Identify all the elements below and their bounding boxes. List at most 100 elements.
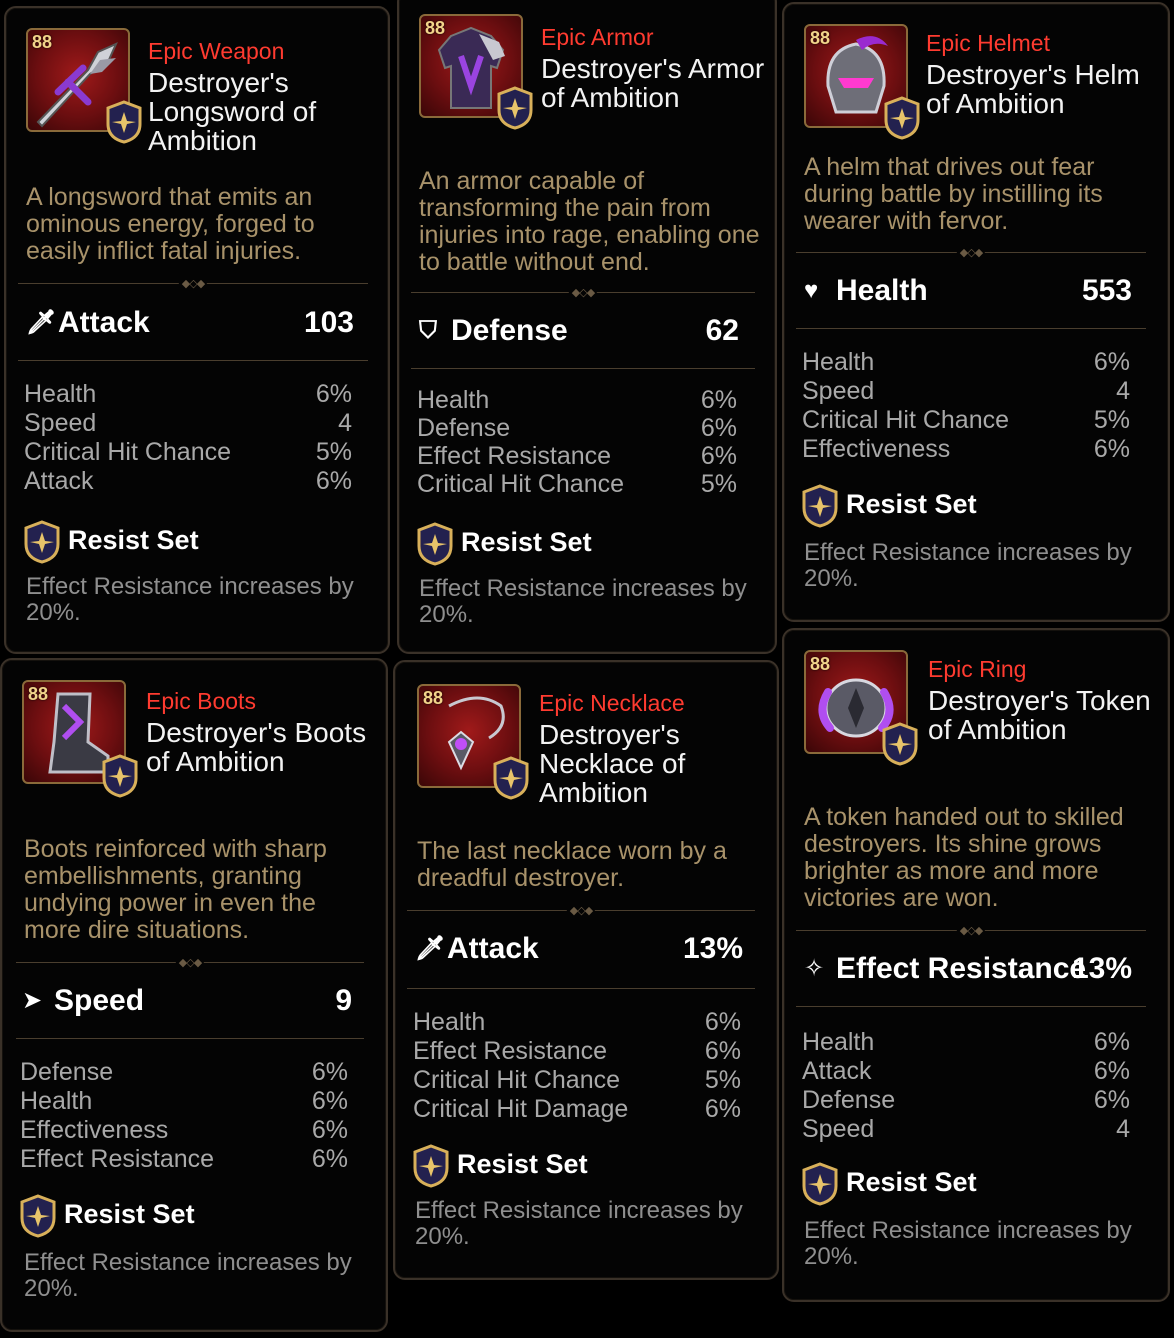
- resist-set-badge-icon: [884, 96, 920, 140]
- divider: [411, 368, 755, 369]
- set-name: Resist Set: [846, 1167, 977, 1198]
- substat-value: 6%: [311, 1116, 348, 1144]
- set-name: Resist Set: [64, 1199, 195, 1230]
- item-level: 88: [423, 688, 444, 708]
- set-row: Resist Set: [411, 1144, 588, 1188]
- main-stat: 🗡Attack: [415, 932, 539, 966]
- set-effect: Effect Resistance increases by 20%.: [419, 575, 747, 628]
- set-row: Resist Set: [800, 1162, 977, 1206]
- item-card-ring[interactable]: 88 Epic Ring Destroyer's Token of Ambiti…: [782, 628, 1170, 1302]
- main-stat-value: 62: [705, 314, 739, 347]
- substat-value: 6%: [1093, 348, 1130, 376]
- set-row: Resist Set: [800, 484, 977, 528]
- main-stat-label: Defense: [451, 314, 568, 347]
- health-icon: ♥: [804, 277, 819, 304]
- defense-icon: ⛉: [419, 317, 437, 344]
- resist-set-badge-icon: [106, 100, 142, 144]
- substat-label: Defense: [802, 1086, 896, 1114]
- substat-label: Health: [24, 380, 97, 408]
- substat-label: Speed: [24, 409, 97, 437]
- substat-label: Effectiveness: [20, 1116, 169, 1144]
- substat-value: 5%: [1093, 406, 1130, 434]
- item-description: The last necklace worn by a dreadful des…: [417, 837, 727, 892]
- main-stat-label: Speed: [54, 984, 145, 1017]
- divider: ◆◇◆: [411, 286, 755, 299]
- resist-set-icon: [24, 520, 60, 564]
- set-effect: Effect Resistance increases by 20%.: [804, 539, 1132, 592]
- divider: ◆◇◆: [796, 246, 1146, 259]
- main-stat: ♥ Health: [804, 274, 928, 308]
- item-rarity: Epic Weapon: [148, 38, 285, 64]
- set-effect: Effect Resistance increases by 20%.: [24, 1249, 352, 1302]
- substat-value: 6%: [704, 1008, 741, 1036]
- speed-icon: ➤: [22, 987, 43, 1014]
- item-level: 88: [28, 684, 49, 704]
- substat-label: Effect Resistance: [417, 442, 612, 470]
- divider: [407, 988, 755, 989]
- main-stat: ➤ Speed: [22, 984, 144, 1018]
- set-effect: Effect Resistance increases by 20%.: [415, 1197, 743, 1250]
- main-stat: ✧ Effect Resistance: [804, 952, 1086, 986]
- item-name: Destroyer's Longsword of Ambition: [148, 67, 317, 156]
- item-name: Destroyer's Token of Ambition: [928, 685, 1151, 745]
- set-row: Resist Set: [22, 520, 199, 564]
- item-card-weapon[interactable]: 88 Epic Weapon Destroyer's Longsword of …: [4, 6, 390, 654]
- attack-icon: 🗡: [415, 935, 446, 962]
- main-stat-label: Attack: [58, 306, 150, 339]
- item-level: 88: [32, 32, 53, 52]
- item-description: A helm that drives out fear during battl…: [804, 153, 1103, 235]
- main-stat-label: Attack: [447, 932, 539, 965]
- divider: ◆◇◆: [16, 956, 364, 969]
- item-level: 88: [425, 18, 446, 38]
- set-row: Resist Set: [415, 522, 592, 566]
- item-card-boots[interactable]: 88 Epic Boots Destroyer's Boots of Ambit…: [0, 658, 388, 1332]
- substat-label: Defense: [417, 414, 511, 442]
- substat-value: 6%: [700, 442, 737, 470]
- main-stat-value: 9: [335, 984, 352, 1017]
- substat-label: Health: [802, 348, 875, 376]
- substat-label: Critical Hit Chance: [413, 1066, 621, 1094]
- substat-value: 6%: [1093, 435, 1130, 463]
- item-rarity: Epic Necklace: [539, 690, 685, 716]
- substat-value: 6%: [1093, 1028, 1130, 1056]
- substat-value: 6%: [315, 380, 352, 408]
- substat-value: 6%: [311, 1058, 348, 1086]
- resist-set-badge-icon: [497, 86, 533, 130]
- main-stat-label: Effect Resistance: [836, 952, 1087, 985]
- effect-resistance-icon: ✧: [804, 955, 825, 982]
- item-card-armor[interactable]: 88 Epic Armor Destroyer's Armor of Ambit…: [397, 0, 777, 654]
- substat-label: Attack: [802, 1057, 872, 1085]
- substat-value: 6%: [315, 467, 352, 495]
- substat-value: 6%: [704, 1037, 741, 1065]
- item-name: Destroyer's Helm of Ambition: [926, 59, 1140, 119]
- substat-label: Health: [20, 1087, 93, 1115]
- resist-set-badge-icon: [102, 754, 138, 798]
- main-stat-value: 103: [303, 306, 354, 339]
- substat-label: Critical Hit Chance: [802, 406, 1010, 434]
- substat-value: 4: [338, 409, 352, 437]
- item-name: Destroyer's Necklace of Ambition: [539, 719, 686, 808]
- main-stat: 🗡Attack: [26, 306, 150, 340]
- substat-value: 5%: [315, 438, 352, 466]
- set-name: Resist Set: [457, 1149, 588, 1180]
- item-description: An armor capable of transforming the pai…: [419, 167, 760, 276]
- resist-set-icon: [417, 522, 453, 566]
- set-name: Resist Set: [68, 525, 199, 556]
- substat-value: 6%: [700, 386, 737, 414]
- item-level: 88: [810, 28, 831, 48]
- main-stat: ⛉ Defense: [419, 314, 568, 348]
- attack-icon: 🗡: [26, 309, 57, 336]
- substat-label: Health: [417, 386, 490, 414]
- divider: [16, 1038, 364, 1039]
- substat-value: 6%: [1093, 1057, 1130, 1085]
- item-description: A longsword that emits an ominous energy…: [26, 183, 315, 265]
- item-card-necklace[interactable]: 88 Epic Necklace Destroyer's Necklace of…: [393, 660, 779, 1280]
- item-card-helmet[interactable]: 88 Epic Helmet Destroyer's Helm of Ambit…: [782, 2, 1170, 622]
- item-level: 88: [810, 654, 831, 674]
- substat-value: 4: [1116, 377, 1130, 405]
- set-name: Resist Set: [461, 527, 592, 558]
- resist-set-icon: [413, 1144, 449, 1188]
- resist-set-icon: [802, 484, 838, 528]
- divider: [796, 328, 1146, 329]
- substat-label: Critical Hit Chance: [417, 470, 625, 498]
